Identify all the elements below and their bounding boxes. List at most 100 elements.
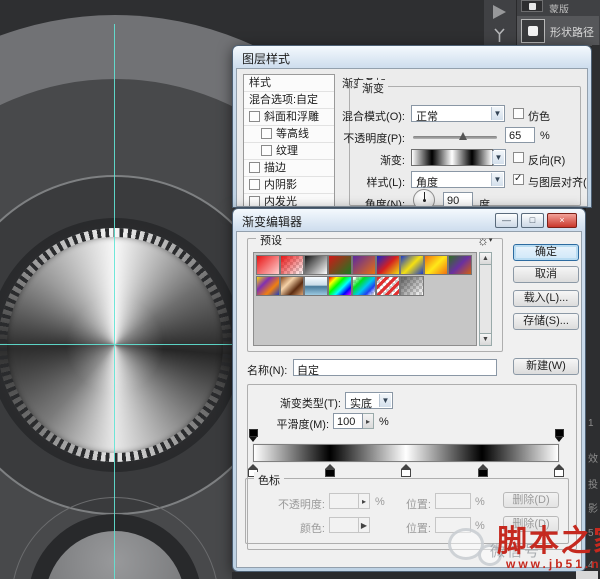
dither-checkbox[interactable] (513, 108, 524, 119)
opacity-stop[interactable] (249, 429, 258, 441)
blend-mode-select[interactable]: 正常▼ (411, 105, 505, 122)
panel-sliver-top (592, 45, 600, 208)
stop-color-label: 颜色: (295, 520, 325, 536)
close-button[interactable]: × (547, 213, 577, 228)
stop-location-label: 位置: (399, 496, 431, 512)
opacity-label: 不透明度(P): (337, 130, 405, 146)
style-checkbox[interactable] (261, 145, 272, 156)
cancel-button[interactable]: 取消 (513, 266, 579, 283)
blending-options-item[interactable]: 混合选项:自定 (244, 92, 334, 109)
metal-knob (7, 237, 223, 453)
color-stop[interactable] (401, 464, 411, 477)
play-icon[interactable] (493, 5, 506, 19)
style-checkbox[interactable] (261, 128, 272, 139)
layers-panel-sliver: 1效投影54 (586, 208, 600, 579)
preset-grid (253, 252, 477, 346)
gradient-preset-swatch[interactable] (400, 255, 424, 275)
gradient-preset-swatch[interactable] (376, 255, 400, 275)
load-button[interactable]: 载入(L)... (513, 290, 579, 307)
gradient-editor-title: 渐变编辑器 (242, 213, 302, 230)
chevron-down-icon[interactable]: ▼ (491, 107, 503, 120)
path-anchor-icon[interactable] (492, 28, 507, 43)
gradient-preset-swatch[interactable] (352, 255, 376, 275)
opacity-slider-thumb[interactable] (459, 132, 467, 140)
layer-style-dialog-title: 图层样式 (242, 50, 290, 67)
angle-value-field[interactable]: 90 (443, 192, 473, 207)
style-item[interactable]: 内发光 (244, 194, 334, 207)
align-with-layer-checkbox[interactable] (513, 174, 524, 185)
style-checkbox[interactable] (249, 196, 260, 207)
gradient-preset-swatch[interactable] (424, 255, 448, 275)
scroll-down-icon[interactable]: ▼ (480, 333, 491, 345)
stop-location-field2[interactable] (435, 517, 471, 533)
opacity-stop[interactable] (555, 429, 564, 441)
spinner-arrow-icon[interactable]: ▸ (359, 493, 370, 509)
style-checkbox[interactable] (249, 111, 260, 122)
maximize-button[interactable]: □ (521, 213, 544, 228)
gradient-type-select[interactable]: 实底▼ (345, 392, 393, 409)
color-picker-arrow-icon[interactable]: ▶ (359, 517, 370, 533)
style-checkbox[interactable] (249, 179, 260, 190)
presets-scrollbar[interactable]: ▲ ▼ (479, 252, 492, 346)
shape-path-thumbnail[interactable] (521, 19, 545, 43)
ok-button[interactable]: 确定 (513, 244, 579, 261)
gradient-preset-swatch[interactable] (280, 255, 304, 275)
path-row-selected[interactable]: 形状路径 (517, 16, 599, 46)
spinner-arrow-icon[interactable]: ▸ (363, 413, 374, 429)
reverse-checkbox[interactable] (513, 152, 524, 163)
gradient-preset-swatch[interactable] (328, 255, 352, 275)
style-label: 样式(L): (337, 174, 405, 190)
gradient-preset-swatch[interactable] (376, 276, 400, 296)
gradient-picker-arrow[interactable]: ▼ (493, 149, 506, 166)
color-stop[interactable] (325, 464, 335, 477)
style-item[interactable]: 描边 (244, 160, 334, 177)
path-thumbnail[interactable] (521, 0, 543, 12)
style-select[interactable]: 角度▼ (411, 171, 505, 188)
path-row[interactable]: 蒙版 (517, 0, 599, 13)
vertical-guide (114, 24, 115, 579)
paths-panel-buttons (484, 0, 517, 46)
shape-path-name: 形状路径 (550, 24, 594, 40)
gradient-preset-swatch[interactable] (328, 276, 352, 296)
stop-color-swatch[interactable] (329, 517, 359, 533)
gradient-type-label: 渐变类型(T): (261, 395, 341, 411)
save-button[interactable]: 存储(S)... (513, 313, 579, 330)
opacity-value-field[interactable]: 65 (505, 127, 535, 143)
color-stop[interactable] (478, 464, 488, 477)
panel-glyph: 投 (588, 476, 598, 491)
delete-opacity-stop-button[interactable]: 删除(D) (503, 492, 559, 508)
gradient-preset-swatch[interactable] (400, 276, 424, 296)
name-field[interactable]: 自定 (293, 359, 497, 376)
angle-dial[interactable] (413, 189, 435, 207)
style-checkbox[interactable] (249, 162, 260, 173)
gradient-bar[interactable] (253, 444, 559, 462)
stop-location-field[interactable] (435, 493, 471, 509)
gear-icon[interactable]: ☼▾ (477, 235, 492, 247)
gradient-preset-swatch[interactable] (280, 276, 304, 296)
new-button[interactable]: 新建(W) (513, 358, 579, 375)
chevron-down-icon[interactable]: ▼ (379, 394, 391, 407)
gradient-preset-swatch[interactable] (448, 255, 472, 275)
panel-glyph: 效 (588, 450, 598, 465)
gradient-preset-swatch[interactable] (304, 276, 328, 296)
color-stop[interactable] (554, 464, 564, 477)
smoothness-field[interactable]: 100 (333, 413, 363, 429)
gradient-preset-swatch[interactable] (256, 255, 280, 275)
style-item[interactable]: 内阴影 (244, 177, 334, 194)
gradient-preset-swatch[interactable] (352, 276, 376, 296)
horizontal-guide (0, 344, 232, 345)
chevron-down-icon[interactable]: ▼ (491, 173, 503, 186)
gradient-preset-swatch[interactable] (256, 276, 280, 296)
style-item[interactable]: 纹理 (244, 143, 334, 160)
stop-location-label2: 位置: (399, 520, 431, 536)
scroll-up-icon[interactable]: ▲ (480, 253, 491, 265)
chevron-down-icon[interactable]: ▼ (492, 151, 504, 164)
gradient-preset-swatch[interactable] (304, 255, 328, 275)
style-item[interactable]: 斜面和浮雕 (244, 109, 334, 126)
minimize-button[interactable]: — (495, 213, 518, 228)
gradient-preview-swatch[interactable] (411, 149, 493, 166)
delete-color-stop-button[interactable]: 删除(D) (503, 516, 559, 532)
stop-opacity-field[interactable] (329, 493, 359, 509)
style-item[interactable]: 等高线 (244, 126, 334, 143)
opacity-slider[interactable] (413, 136, 497, 139)
